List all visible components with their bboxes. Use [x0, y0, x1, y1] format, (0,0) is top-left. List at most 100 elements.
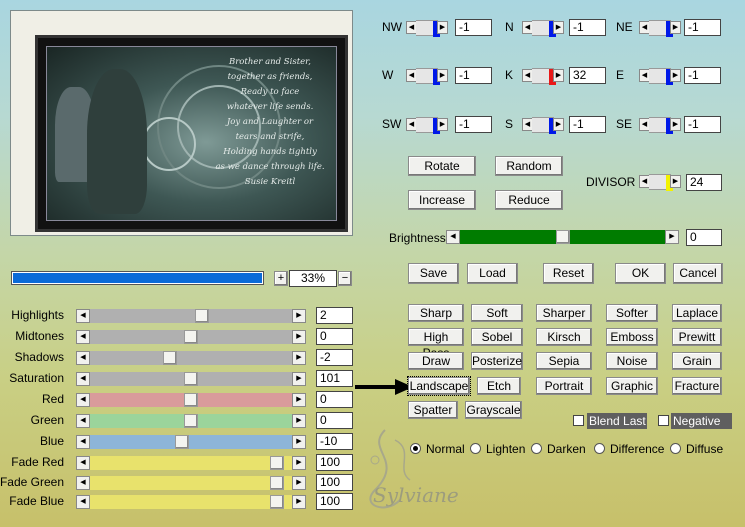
blend-last-checkbox[interactable] — [573, 415, 584, 426]
preset-high-pass-button[interactable]: High Pass — [408, 328, 464, 360]
adjustment-value-input[interactable]: -2 — [316, 349, 353, 366]
arrow-right-icon[interactable]: ▶ — [292, 495, 306, 509]
preset-grayscale-button[interactable]: Grayscale — [465, 401, 522, 419]
arrow-right-icon[interactable]: ▶ — [292, 351, 306, 365]
ok-button[interactable]: OK — [615, 263, 666, 284]
adjustment-value-input[interactable]: 100 — [316, 454, 353, 471]
zoom-out-button[interactable]: − — [338, 271, 352, 286]
preset-etch-button[interactable]: Etch — [477, 377, 521, 395]
arrow-right-icon[interactable]: ▶ — [437, 118, 448, 131]
preset-emboss-button[interactable]: Emboss — [606, 328, 658, 346]
adjustment-slider[interactable] — [90, 476, 292, 490]
arrow-right-icon[interactable]: ▶ — [292, 456, 306, 470]
arrow-right-icon[interactable]: ▶ — [670, 21, 681, 34]
matrix-control[interactable]: ◀ ▶ — [406, 20, 448, 37]
preset-noise-button[interactable]: Noise — [606, 352, 658, 370]
matrix-control[interactable]: ◀ ▶ — [639, 117, 681, 134]
save-button[interactable]: Save — [408, 263, 459, 284]
preset-kirsch-button[interactable]: Kirsch — [536, 328, 592, 346]
arrow-left-icon[interactable]: ◀ — [76, 456, 90, 470]
arrow-left-icon[interactable]: ◀ — [76, 495, 90, 509]
arrow-right-icon[interactable]: ▶ — [292, 309, 306, 323]
adjustment-slider[interactable] — [90, 435, 292, 449]
arrow-left-icon[interactable]: ◀ — [76, 351, 90, 365]
preset-fracture-button[interactable]: Fracture — [672, 377, 722, 395]
matrix-control[interactable]: ◀ ▶ — [522, 20, 564, 37]
adjustment-slider[interactable] — [90, 414, 292, 428]
slider-thumb[interactable] — [184, 330, 198, 344]
mode-darken-radio[interactable] — [531, 443, 542, 454]
matrix-control[interactable]: ◀ ▶ — [639, 68, 681, 85]
adjustment-slider[interactable] — [90, 495, 292, 509]
preset-graphic-button[interactable]: Graphic — [606, 377, 658, 395]
preset-grain-button[interactable]: Grain — [672, 352, 722, 370]
slider-thumb[interactable] — [270, 456, 284, 470]
preset-sepia-button[interactable]: Sepia — [536, 352, 592, 370]
arrow-left-icon[interactable]: ◀ — [76, 330, 90, 344]
arrow-right-icon[interactable]: ▶ — [553, 118, 564, 131]
adjustment-slider[interactable] — [90, 372, 292, 386]
preset-sharp-button[interactable]: Sharp — [408, 304, 464, 322]
matrix-value-input[interactable]: -1 — [684, 67, 721, 84]
increase-button[interactable]: Increase — [408, 190, 476, 210]
adjustment-slider[interactable] — [90, 456, 292, 470]
matrix-control[interactable]: ◀ ▶ — [639, 20, 681, 37]
arrow-left-icon[interactable]: ◀ — [76, 414, 90, 428]
reset-button[interactable]: Reset — [543, 263, 594, 284]
arrow-right-icon[interactable]: ▶ — [670, 69, 681, 82]
adjustment-value-input[interactable]: -10 — [316, 433, 353, 450]
adjustment-value-input[interactable]: 0 — [316, 412, 353, 429]
arrow-right-icon[interactable]: ▶ — [553, 21, 564, 34]
preset-softer-button[interactable]: Softer — [606, 304, 658, 322]
adjustment-slider[interactable] — [90, 393, 292, 407]
preset-prewitt-button[interactable]: Prewitt — [672, 328, 722, 346]
mode-difference-radio[interactable] — [594, 443, 605, 454]
brightness-slider[interactable] — [460, 230, 665, 244]
preset-laplace-button[interactable]: Laplace — [672, 304, 722, 322]
slider-thumb[interactable] — [175, 435, 189, 449]
arrow-right-icon[interactable]: ▶ — [292, 476, 306, 490]
adjustment-value-input[interactable]: 100 — [316, 493, 353, 510]
matrix-value-input[interactable]: -1 — [569, 116, 606, 133]
matrix-value-input[interactable]: -1 — [455, 19, 492, 36]
arrow-left-icon[interactable]: ◀ — [446, 230, 460, 244]
matrix-value-input[interactable]: -1 — [569, 19, 606, 36]
load-button[interactable]: Load — [467, 263, 518, 284]
matrix-control[interactable]: ◀ ▶ — [522, 68, 564, 85]
mode-normal-radio[interactable] — [410, 443, 421, 454]
divisor-input[interactable]: 24 — [686, 174, 722, 191]
arrow-right-icon[interactable]: ▶ — [292, 414, 306, 428]
preset-sharper-button[interactable]: Sharper — [536, 304, 592, 322]
preset-draw-button[interactable]: Draw — [408, 352, 464, 370]
cancel-button[interactable]: Cancel — [673, 263, 723, 284]
matrix-value-input[interactable]: -1 — [455, 116, 492, 133]
arrow-left-icon[interactable]: ◀ — [76, 309, 90, 323]
slider-thumb[interactable] — [184, 372, 198, 386]
preset-spatter-button[interactable]: Spatter — [408, 401, 458, 419]
arrow-right-icon[interactable]: ▶ — [670, 175, 681, 188]
arrow-right-icon[interactable]: ▶ — [292, 330, 306, 344]
preset-sobel-button[interactable]: Sobel — [471, 328, 523, 346]
adjustment-slider[interactable] — [90, 351, 292, 365]
divisor-control[interactable]: ◀ ▶ — [639, 174, 681, 191]
matrix-value-input[interactable]: -1 — [455, 67, 492, 84]
preset-soft-button[interactable]: Soft — [471, 304, 523, 322]
slider-thumb[interactable] — [270, 495, 284, 509]
matrix-control[interactable]: ◀ ▶ — [406, 68, 448, 85]
adjustment-slider[interactable] — [90, 330, 292, 344]
adjustment-value-input[interactable]: 100 — [316, 474, 353, 491]
slider-thumb[interactable] — [270, 476, 284, 490]
reduce-button[interactable]: Reduce — [495, 190, 563, 210]
arrow-right-icon[interactable]: ▶ — [437, 69, 448, 82]
adjustment-value-input[interactable]: 2 — [316, 307, 353, 324]
arrow-right-icon[interactable]: ▶ — [292, 435, 306, 449]
negative-checkbox[interactable] — [658, 415, 669, 426]
adjustment-value-input[interactable]: 0 — [316, 391, 353, 408]
slider-thumb[interactable] — [184, 414, 198, 428]
random-button[interactable]: Random — [495, 156, 563, 176]
arrow-right-icon[interactable]: ▶ — [665, 230, 679, 244]
preset-landscape-button[interactable]: Landscape — [407, 376, 471, 396]
matrix-value-input[interactable]: 32 — [569, 67, 606, 84]
arrow-right-icon[interactable]: ▶ — [292, 393, 306, 407]
adjustment-value-input[interactable]: 101 — [316, 370, 353, 387]
